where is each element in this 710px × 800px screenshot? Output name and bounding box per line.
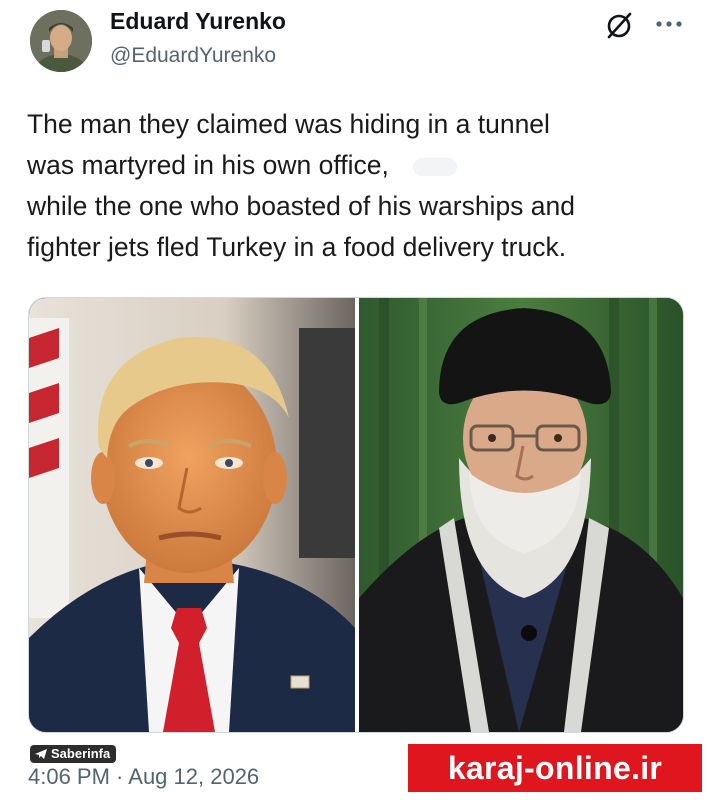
- faded-emoji-icon: [412, 158, 457, 176]
- xai-slashed-circle-icon[interactable]: [604, 10, 634, 40]
- tweet-text: The man they claimed was hiding in a tun…: [27, 104, 687, 268]
- watermark-badge: Saberinfa: [30, 745, 117, 763]
- tweet-timestamp[interactable]: 4:06 PM · Aug 12, 2026: [28, 764, 259, 790]
- tweet-line-2: was martyred in his own office,: [27, 145, 687, 186]
- portrait-cleric-black-turban-image: [359, 298, 683, 732]
- tweet-line-2-text: was martyred in his own office,: [27, 150, 389, 180]
- media-photo-left[interactable]: [29, 298, 355, 732]
- watermark-text: Saberinfa: [51, 746, 111, 761]
- tweet-line-4: fighter jets fled Turkey in a food deliv…: [27, 232, 567, 262]
- tweet-screenshot: Eduard Yurenko @EduardYurenko The man th…: [0, 0, 710, 800]
- author-display-name[interactable]: Eduard Yurenko: [110, 8, 286, 35]
- media-photo-right[interactable]: [359, 298, 683, 732]
- tweet-media-grid[interactable]: [28, 297, 684, 733]
- more-options-icon[interactable]: [652, 10, 686, 38]
- avatar-portrait-icon: [30, 10, 92, 72]
- author-handle[interactable]: @EduardYurenko: [110, 44, 276, 68]
- tweet-line-1: The man they claimed was hiding in a tun…: [27, 109, 550, 139]
- site-banner-link[interactable]: karaj-online.ir: [408, 744, 702, 792]
- telegram-send-icon: [35, 749, 47, 759]
- portrait-man-red-tie-image: [29, 298, 355, 732]
- tweet-line-3: while the one who boasted of his warship…: [27, 191, 576, 221]
- author-avatar[interactable]: [30, 10, 92, 72]
